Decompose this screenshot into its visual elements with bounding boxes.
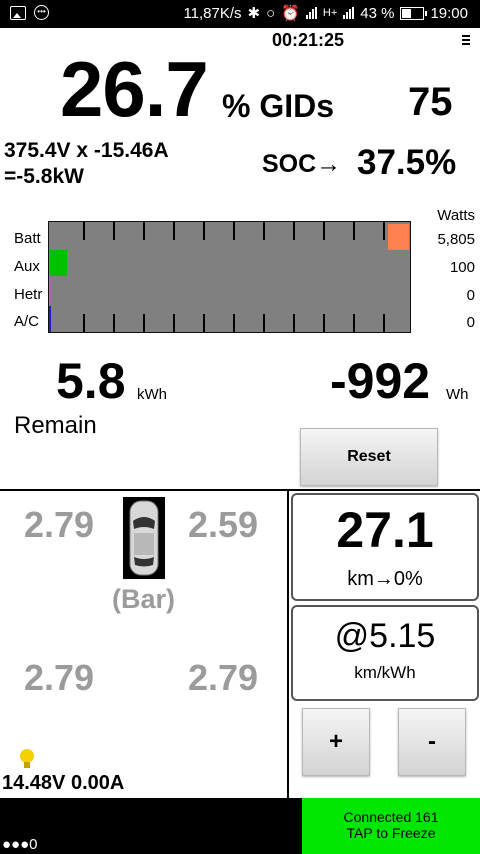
minus-button[interactable]: -: [398, 708, 466, 776]
tap-freeze-label: TAP to Freeze: [346, 825, 436, 841]
hetr-bar: [49, 278, 51, 304]
pressure-unit: (Bar): [112, 584, 176, 614]
aux-battery-readout: 14.48V 0.00A: [2, 772, 125, 794]
bar-tick: [263, 222, 265, 240]
range-value: 27.1: [336, 502, 434, 558]
remain-label: Remain: [14, 412, 97, 439]
tire-rear-left: 2.79: [24, 657, 95, 698]
gids-unit: % GIDs: [222, 88, 335, 124]
soc-value: 37.5%: [357, 143, 457, 182]
footer-date: 11/02/2019: [179, 829, 249, 845]
alarm-icon: ⏰: [281, 5, 300, 22]
bar-tick: [293, 314, 295, 332]
gallery-icon: [10, 5, 26, 20]
energy-used: -992: [330, 353, 431, 409]
bar-tick: [323, 222, 325, 240]
bar-label-ac: A/C: [14, 313, 40, 330]
energy-unit: kWh: [137, 386, 167, 403]
gids-percent: 26.7: [60, 45, 209, 133]
tire-front-left: 2.79: [24, 504, 95, 545]
trip-timer: 00:21:25: [272, 30, 345, 50]
connect-freeze-button[interactable]: Connected 161 TAP to Freeze: [302, 798, 480, 854]
bar-tick: [173, 314, 175, 332]
aux-watts: 100: [449, 259, 475, 276]
efficiency-panel: @5.15 km/kWh: [291, 605, 479, 701]
bar-label-hetr: Hetr: [14, 286, 43, 303]
batt-bar: [388, 224, 409, 250]
device-id: 00:0D:18:3A:67:8: [179, 815, 293, 831]
bar-tick: [323, 314, 325, 332]
bluetooth-icon: ✱: [247, 5, 261, 22]
network-speed: 11,87K/s: [183, 4, 242, 22]
bar-tick: [233, 314, 235, 332]
gids-count: 75: [408, 80, 453, 124]
network-type: H+: [322, 7, 338, 19]
ac-bar: [49, 306, 51, 332]
signal-icon: [305, 7, 317, 19]
battery-percent: 43 %: [360, 4, 395, 22]
clock: 19:00: [430, 4, 468, 22]
bar-tick: [143, 314, 145, 332]
bar-tick: [143, 222, 145, 240]
bar-tick: [263, 314, 265, 332]
energy-remaining: 5.8: [56, 353, 126, 409]
message-icon: •••: [34, 5, 49, 20]
power-bar-chart: [48, 221, 411, 333]
reset-button[interactable]: Reset: [300, 428, 438, 486]
bar-tick: [83, 222, 85, 240]
bar-tick: [113, 222, 115, 240]
aux-bar: [50, 250, 67, 276]
efficiency-value: @5.15: [334, 617, 436, 655]
connected-status: Connected 161: [343, 809, 439, 825]
bar-tick: [383, 314, 385, 332]
car-icon: [123, 497, 165, 579]
menu-icon[interactable]: [462, 35, 470, 47]
power-kw: =-5.8kW: [4, 165, 84, 188]
location-icon: ○: [266, 4, 276, 22]
energy-used-unit: Wh: [446, 386, 469, 403]
tire-front-right: 2.59: [188, 504, 259, 545]
divider: [287, 489, 289, 798]
bar-tick: [173, 222, 175, 240]
bar-tick: [353, 222, 355, 240]
efficiency-unit: km/kWh: [354, 663, 416, 682]
bar-label-aux: Aux: [14, 258, 40, 275]
divider: [0, 489, 480, 491]
battery-icon: [400, 6, 428, 20]
bar-tick: [113, 314, 115, 332]
bar-tick: [293, 222, 295, 240]
tire-rear-right: 2.79: [188, 657, 259, 698]
ac-watts: 0: [466, 314, 475, 331]
batt-watts: 5,805: [437, 231, 475, 248]
app-version: v0.45.119 en 00:0D:18:3A:67:8 11/02/2019: [179, 802, 293, 844]
bar-tick: [203, 222, 205, 240]
bar-tick: [233, 222, 235, 240]
bar-tick: [83, 314, 85, 332]
bulb-icon: [18, 748, 36, 770]
page-dots: ●●●0: [2, 836, 38, 853]
watts-header: Watts: [437, 207, 475, 224]
bar-tick: [383, 222, 385, 240]
version-text: v0.45.119 en: [179, 801, 261, 817]
bar-label-batt: Batt: [14, 230, 41, 247]
range-sub: km→0%: [347, 568, 423, 590]
signal-icon-2: [343, 7, 355, 19]
status-bar: ••• 11,87K/s ✱ ○ ⏰ H+ 43 % 19:00: [0, 0, 480, 28]
soc-label: SOC→: [262, 150, 342, 178]
bar-tick: [203, 314, 205, 332]
hetr-watts: 0: [466, 287, 475, 304]
volts-amps: 375.4V x -15.46A: [4, 139, 169, 162]
range-panel: 27.1 km→0%: [291, 493, 479, 601]
bar-tick: [353, 314, 355, 332]
plus-button[interactable]: +: [302, 708, 370, 776]
